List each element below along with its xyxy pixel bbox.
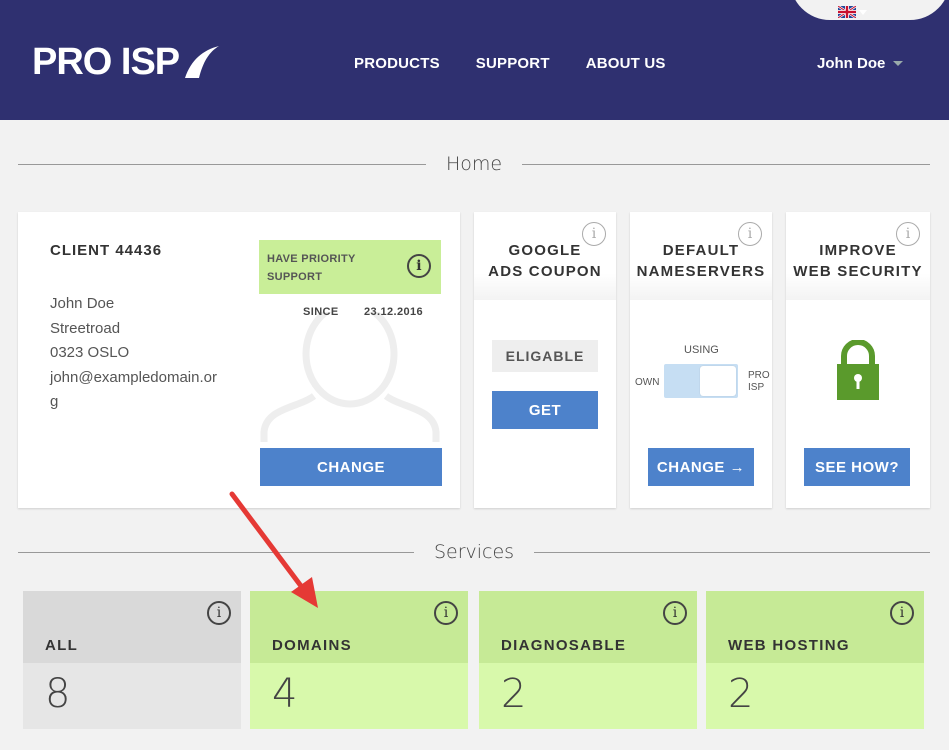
logo-text: PRO ISP bbox=[32, 40, 180, 83]
address-line: 0323 OSLO bbox=[50, 344, 130, 361]
info-icon[interactable]: i bbox=[663, 601, 687, 625]
service-count: 8 bbox=[45, 671, 71, 717]
pro-isp-label: PRO ISP bbox=[748, 370, 770, 394]
title-line: GOOGLE bbox=[508, 242, 582, 259]
home-heading: Home bbox=[445, 153, 503, 175]
home-section-title: Home bbox=[18, 152, 931, 176]
language-selector[interactable] bbox=[838, 6, 867, 18]
pro-label: PRO bbox=[748, 370, 770, 381]
services-section-title: Services bbox=[18, 540, 930, 564]
default-nameservers-card: i DEFAULT NAMESERVERS USING OWN PRO ISP … bbox=[630, 212, 772, 508]
divider bbox=[18, 163, 426, 165]
service-count: 2 bbox=[728, 671, 754, 717]
uk-flag-icon bbox=[838, 6, 856, 18]
title-line: DEFAULT bbox=[662, 242, 740, 259]
service-name: DOMAINS bbox=[272, 637, 352, 654]
user-silhouette-icon bbox=[260, 312, 440, 442]
using-label: USING bbox=[684, 344, 719, 356]
since-date: 23.12.2016 bbox=[364, 306, 424, 318]
lock-icon bbox=[837, 340, 879, 400]
google-ads-coupon-card: i GOOGLE ADS COUPON ELIGABLE GET bbox=[474, 212, 616, 508]
service-tile-diagnosable[interactable]: i DIAGNOSABLE 2 bbox=[479, 591, 697, 729]
address-line: g bbox=[50, 393, 59, 410]
address-line: John Doe bbox=[50, 295, 115, 312]
address-line: john@exampledomain.or bbox=[50, 368, 217, 386]
chevron-down-icon bbox=[893, 61, 904, 66]
service-tile-web-hosting[interactable]: i WEB HOSTING 2 bbox=[706, 591, 924, 729]
since-label: SINCE bbox=[303, 306, 339, 318]
see-how-button[interactable]: SEE HOW? bbox=[804, 448, 910, 486]
pro-isp-logo[interactable]: PRO ISP bbox=[32, 40, 221, 83]
priority-support-badge: HAVE PRIORITY SUPPORT i bbox=[259, 240, 441, 294]
info-icon[interactable]: i bbox=[207, 601, 231, 625]
google-ads-title: GOOGLE ADS COUPON bbox=[474, 240, 616, 282]
service-name: DIAGNOSABLE bbox=[501, 637, 627, 654]
nav-support[interactable]: SUPPORT bbox=[476, 55, 550, 72]
services-heading: Services bbox=[433, 541, 515, 563]
title-line: ADS COUPON bbox=[488, 263, 602, 280]
title-line: WEB SECURITY bbox=[793, 263, 923, 280]
service-name: ALL bbox=[45, 637, 79, 654]
client-title: CLIENT 44436 bbox=[50, 242, 163, 259]
divider bbox=[18, 551, 414, 553]
security-title: IMPROVE WEB SECURITY bbox=[786, 240, 930, 282]
divider bbox=[534, 551, 930, 553]
swoosh-logo-icon bbox=[185, 46, 220, 78]
user-name: John Doe bbox=[817, 55, 886, 72]
get-coupon-button[interactable]: GET bbox=[492, 391, 598, 429]
service-name: WEB HOSTING bbox=[728, 637, 850, 654]
toggle-knob bbox=[700, 366, 736, 396]
improve-security-card: i IMPROVE WEB SECURITY SEE HOW? bbox=[786, 212, 930, 508]
isp-label: ISP bbox=[748, 382, 765, 393]
main-nav: PRODUCTS SUPPORT ABOUT US bbox=[354, 55, 666, 72]
title-line: NAMESERVERS bbox=[636, 263, 766, 280]
service-tile-domains[interactable]: i DOMAINS 4 bbox=[250, 591, 468, 729]
nav-products[interactable]: PRODUCTS bbox=[354, 55, 440, 72]
nameservers-title: DEFAULT NAMESERVERS bbox=[630, 240, 772, 282]
eligable-status: ELIGABLE bbox=[492, 340, 598, 372]
nav-about-us[interactable]: ABOUT US bbox=[586, 55, 666, 72]
own-label: OWN bbox=[635, 377, 660, 388]
user-menu[interactable]: John Doe bbox=[817, 55, 904, 72]
header-wave bbox=[790, 0, 949, 20]
chevron-down-icon bbox=[859, 9, 867, 15]
title-line: IMPROVE bbox=[819, 242, 897, 259]
priority-label: HAVE PRIORITY SUPPORT bbox=[267, 253, 356, 283]
service-tile-all[interactable]: i ALL 8 bbox=[23, 591, 241, 729]
info-icon[interactable]: i bbox=[890, 601, 914, 625]
divider bbox=[522, 163, 931, 165]
change-client-button[interactable]: CHANGE bbox=[260, 448, 442, 486]
nameserver-toggle[interactable] bbox=[664, 364, 738, 398]
client-card: CLIENT 44436 John Doe Streetroad 0323 OS… bbox=[18, 212, 460, 508]
client-address: John Doe Streetroad 0323 OSLO john@examp… bbox=[50, 292, 230, 415]
change-nameservers-button[interactable]: CHANGE → bbox=[648, 448, 754, 486]
info-icon[interactable]: i bbox=[434, 601, 458, 625]
top-header: PRO ISP PRODUCTS SUPPORT ABOUT US John D… bbox=[0, 0, 949, 120]
service-count: 2 bbox=[501, 671, 527, 717]
address-line: Streetroad bbox=[50, 319, 121, 337]
service-count: 4 bbox=[272, 671, 298, 717]
info-icon[interactable]: i bbox=[407, 254, 431, 278]
